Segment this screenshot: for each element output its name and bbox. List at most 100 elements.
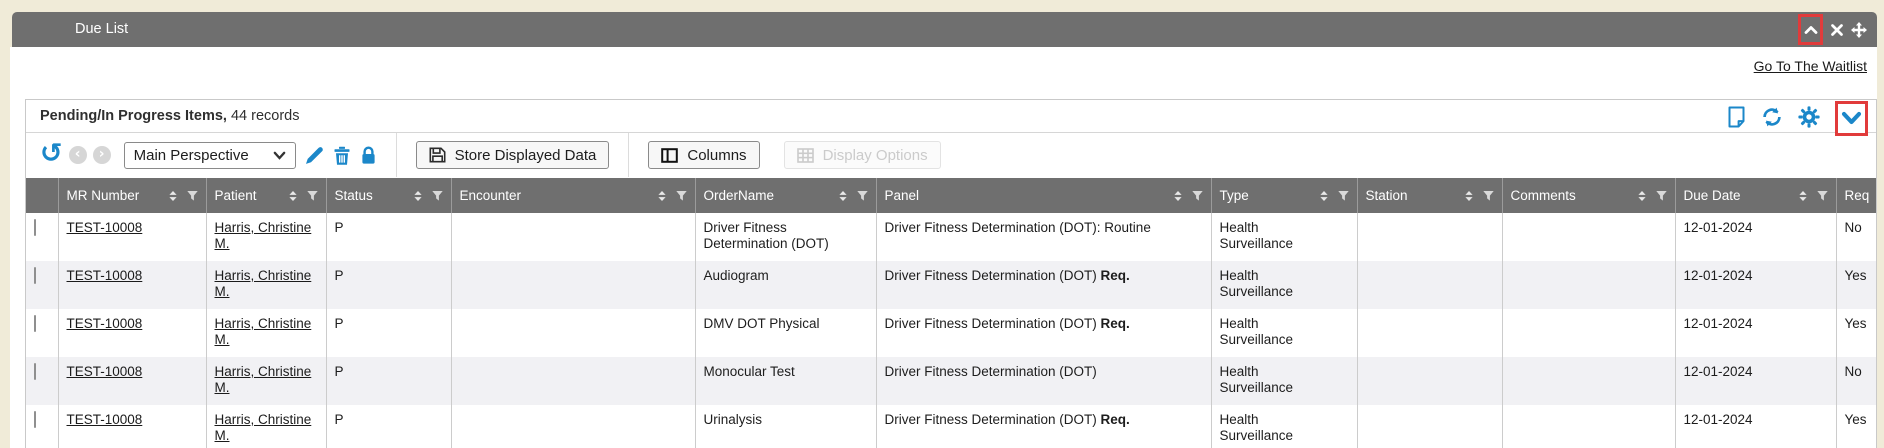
prev-perspective-button[interactable]: ‹ xyxy=(69,146,87,164)
row-checkbox[interactable] xyxy=(34,267,36,284)
panel-title: Pending/In Progress Items, 44 records xyxy=(40,108,299,124)
filter-icon[interactable] xyxy=(857,191,868,201)
column-header-status[interactable]: Status xyxy=(326,178,451,213)
row-checkbox[interactable] xyxy=(34,363,36,380)
cell-comments xyxy=(1502,405,1675,448)
row-checkbox[interactable] xyxy=(34,411,36,428)
next-perspective-button[interactable]: › xyxy=(93,146,111,164)
filter-icon[interactable] xyxy=(676,191,687,201)
column-label: Panel xyxy=(885,188,920,203)
sort-icon[interactable] xyxy=(1465,191,1473,201)
cell-mr-number: TEST-10008 xyxy=(58,261,206,309)
cell-panel: Driver Fitness Determination (DOT): Rout… xyxy=(876,213,1211,261)
cell-req: Yes xyxy=(1836,261,1876,309)
filter-icon[interactable] xyxy=(1338,191,1349,201)
due-list-titlebar: Due List xyxy=(12,12,1877,47)
column-header-patient[interactable]: Patient xyxy=(206,178,326,213)
mr-number-link[interactable]: TEST-10008 xyxy=(67,268,143,283)
new-document-icon[interactable] xyxy=(1727,106,1746,128)
sort-icon[interactable] xyxy=(658,191,666,201)
due-list-screen: { "titlebar": { "title": "Due List" }, "… xyxy=(0,0,1884,448)
column-header-req[interactable]: Req xyxy=(1836,178,1876,213)
move-icon[interactable] xyxy=(1851,22,1867,38)
mr-number-link[interactable]: TEST-10008 xyxy=(67,220,143,235)
patient-link[interactable]: Harris, Christine M. xyxy=(215,364,312,395)
save-floppy-icon xyxy=(429,147,446,163)
sort-icon[interactable] xyxy=(289,191,297,201)
patient-link[interactable]: Harris, Christine M. xyxy=(215,316,312,347)
chevron-up-icon[interactable] xyxy=(1804,24,1818,36)
cell-req: Yes xyxy=(1836,309,1876,357)
cell-status: P xyxy=(326,309,451,357)
close-icon[interactable] xyxy=(1830,23,1844,37)
table-row: TEST-10008 Harris, Christine M. P Audiog… xyxy=(26,261,1876,309)
filter-icon[interactable] xyxy=(432,191,443,201)
cell-select xyxy=(26,357,58,405)
sort-icon[interactable] xyxy=(1174,191,1182,201)
sort-icon[interactable] xyxy=(1799,191,1807,201)
column-header-panel[interactable]: Panel xyxy=(876,178,1211,213)
panel-title-text: Pending/In Progress Items, xyxy=(40,108,227,124)
cell-encounter xyxy=(451,405,695,448)
cell-encounter xyxy=(451,309,695,357)
edit-pencil-icon[interactable] xyxy=(305,146,324,165)
filter-icon[interactable] xyxy=(1817,191,1828,201)
cell-type: Health Surveillance xyxy=(1211,405,1357,448)
go-to-waitlist-link[interactable]: Go To The Waitlist xyxy=(1754,58,1867,74)
cell-mr-number: TEST-10008 xyxy=(58,405,206,448)
chevron-down-icon[interactable] xyxy=(1841,111,1862,126)
refresh-icon[interactable] xyxy=(1761,106,1783,128)
column-header-station[interactable]: Station xyxy=(1357,178,1502,213)
cell-encounter xyxy=(451,261,695,309)
sort-icon[interactable] xyxy=(839,191,847,201)
patient-link[interactable]: Harris, Christine M. xyxy=(215,412,312,443)
record-count: 44 records xyxy=(227,108,300,124)
column-header-mr-number[interactable]: MR Number xyxy=(58,178,206,213)
column-label: Encounter xyxy=(460,188,522,203)
gear-icon[interactable] xyxy=(1798,106,1820,128)
panel-header: Pending/In Progress Items, 44 records xyxy=(26,100,1876,133)
column-header-comments[interactable]: Comments xyxy=(1502,178,1675,213)
mr-number-link[interactable]: TEST-10008 xyxy=(67,364,143,379)
cell-req: No xyxy=(1836,213,1876,261)
patient-link[interactable]: Harris, Christine M. xyxy=(215,220,312,251)
column-header-encounter[interactable]: Encounter xyxy=(451,178,695,213)
column-header-due-date[interactable]: Due Date xyxy=(1675,178,1836,213)
table-header-row: MR Number Patient Status Encounter Order… xyxy=(26,178,1876,213)
row-checkbox[interactable] xyxy=(34,315,36,332)
column-label: Status xyxy=(335,188,373,203)
sort-icon[interactable] xyxy=(414,191,422,201)
panel-req-flag: Req. xyxy=(1101,412,1130,427)
filter-icon[interactable] xyxy=(1483,191,1494,201)
columns-label: Columns xyxy=(687,147,746,164)
sort-icon[interactable] xyxy=(1320,191,1328,201)
column-header-ordername[interactable]: OrderName xyxy=(695,178,876,213)
cell-patient: Harris, Christine M. xyxy=(206,357,326,405)
sort-icon[interactable] xyxy=(1638,191,1646,201)
cell-status: P xyxy=(326,261,451,309)
filter-icon[interactable] xyxy=(1192,191,1203,201)
cell-order-name: Driver Fitness Determination (DOT) xyxy=(695,213,876,261)
mr-number-link[interactable]: TEST-10008 xyxy=(67,412,143,427)
lock-icon[interactable] xyxy=(360,146,377,165)
undo-icon[interactable]: ↺ xyxy=(40,140,63,167)
row-checkbox[interactable] xyxy=(34,219,36,236)
panel-text: Driver Fitness Determination (DOT): Rout… xyxy=(885,220,1151,235)
select-all-header[interactable] xyxy=(26,178,58,213)
store-displayed-data-button[interactable]: Store Displayed Data xyxy=(416,141,610,169)
patient-link[interactable]: Harris, Christine M. xyxy=(215,268,312,299)
columns-button[interactable]: Columns xyxy=(648,141,759,169)
cell-encounter xyxy=(451,357,695,405)
filter-icon[interactable] xyxy=(187,191,198,201)
column-header-type[interactable]: Type xyxy=(1211,178,1357,213)
filter-icon[interactable] xyxy=(1656,191,1667,201)
filter-icon[interactable] xyxy=(307,191,318,201)
mr-number-link[interactable]: TEST-10008 xyxy=(67,316,143,331)
delete-trash-icon[interactable] xyxy=(333,146,351,165)
perspective-select[interactable]: Main Perspective xyxy=(124,142,296,169)
sort-icon[interactable] xyxy=(169,191,177,201)
cell-mr-number: TEST-10008 xyxy=(58,309,206,357)
due-list-window: Go To The Waitlist Pending/In Progress I… xyxy=(10,47,1877,448)
cell-panel: Driver Fitness Determination (DOT) xyxy=(876,357,1211,405)
cell-due-date: 12-01-2024 xyxy=(1675,309,1836,357)
